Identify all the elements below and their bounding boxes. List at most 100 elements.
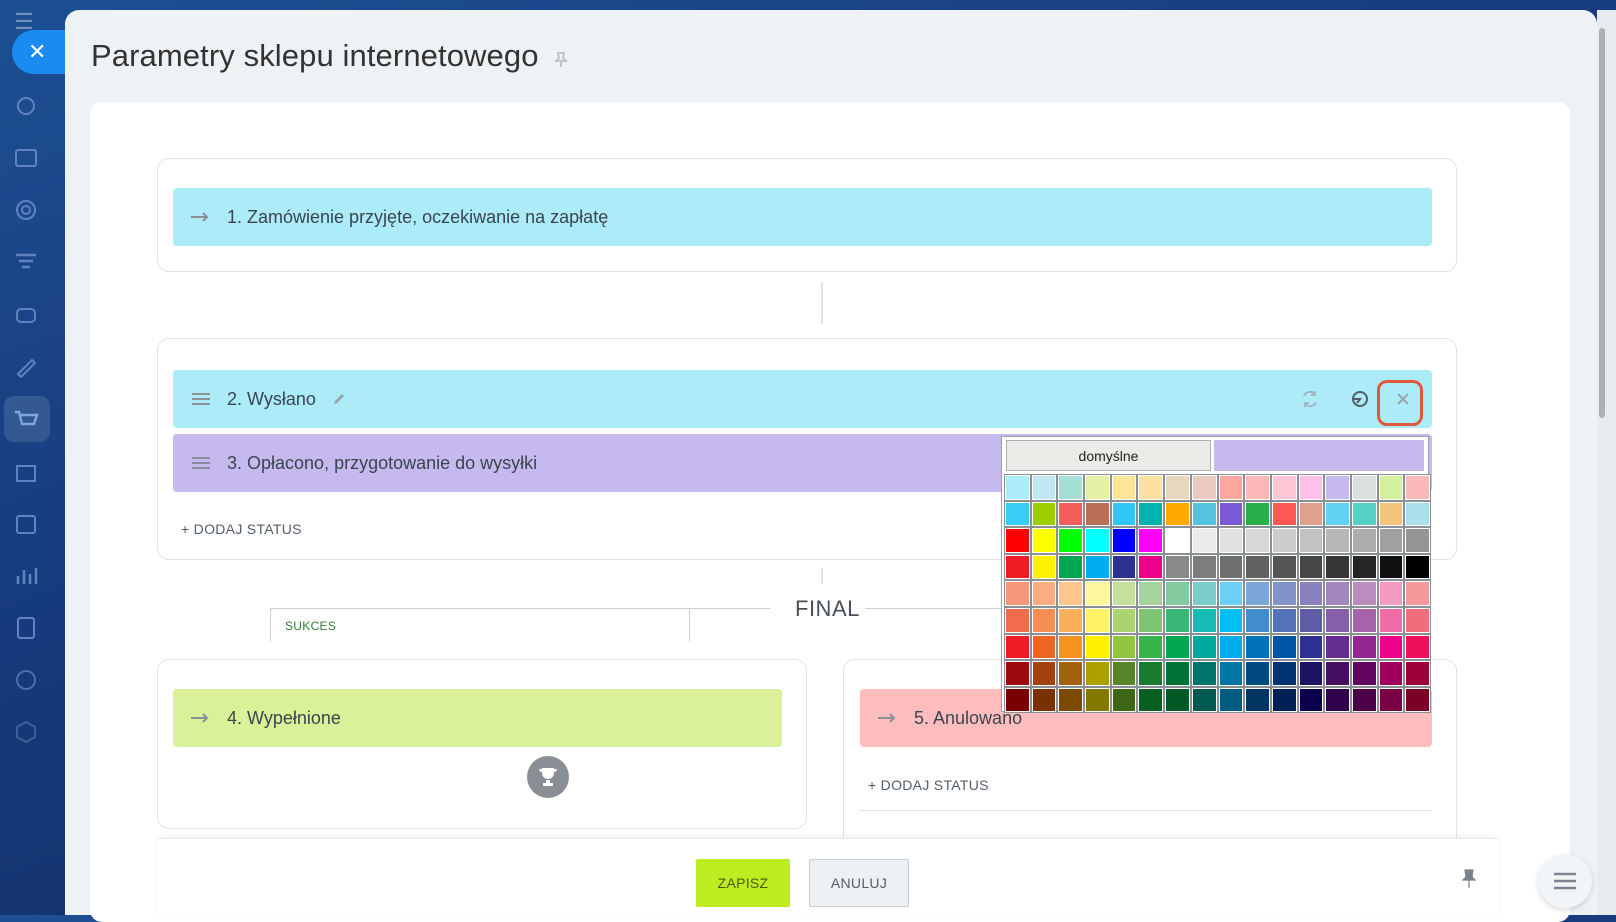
color-swatch[interactable] [1244,686,1271,714]
color-swatch[interactable] [1164,660,1191,687]
color-swatch[interactable] [1030,527,1058,554]
cart-icon[interactable] [12,406,40,434]
color-swatch[interactable] [1057,660,1085,687]
color-swatch[interactable] [1217,500,1245,528]
color-swatch[interactable] [1270,660,1298,687]
scrollbar-thumb[interactable] [1599,28,1605,418]
color-swatch[interactable] [1377,606,1405,634]
color-swatch[interactable] [1057,686,1085,714]
color-swatch[interactable] [1350,580,1378,607]
color-swatch[interactable] [1057,606,1085,634]
color-swatch[interactable] [1404,633,1431,661]
color-swatch[interactable] [1244,580,1271,607]
color-swatch[interactable] [1270,686,1298,714]
color-swatch[interactable] [1137,527,1165,554]
color-swatch[interactable] [1057,553,1085,581]
color-swatch[interactable] [1110,633,1138,661]
color-swatch[interactable] [1217,527,1245,554]
color-swatch[interactable] [1377,633,1405,661]
status-item-4[interactable]: 4. Wypełnione [173,689,782,747]
color-swatch[interactable] [1110,660,1138,687]
color-swatch[interactable] [1137,633,1165,661]
color-swatch[interactable] [1377,686,1405,714]
color-swatch[interactable] [1137,553,1165,581]
drag-handle-icon[interactable] [191,453,211,473]
color-swatch[interactable] [1297,474,1325,501]
color-swatch[interactable] [1324,500,1351,528]
color-swatch[interactable] [1324,474,1351,501]
color-swatch[interactable] [1217,553,1245,581]
color-swatch[interactable] [1084,686,1111,714]
color-swatch[interactable] [1084,660,1111,687]
color-swatch[interactable] [1084,527,1111,554]
color-swatch[interactable] [1190,527,1218,554]
color-swatch[interactable] [1164,580,1191,607]
color-swatch[interactable] [1350,633,1378,661]
circle-icon[interactable] [12,666,40,694]
color-swatch[interactable] [1244,553,1271,581]
crm-icon[interactable] [12,92,40,120]
store-icon[interactable] [12,458,40,486]
color-swatch[interactable] [1217,474,1245,501]
color-swatch[interactable] [1324,553,1351,581]
status-item-2[interactable]: 2. Wysłano [173,370,1432,428]
color-swatch[interactable] [1030,553,1058,581]
color-swatch[interactable] [1297,633,1325,661]
color-swatch[interactable] [1057,500,1085,528]
color-swatch[interactable] [1057,474,1085,501]
edit-icon[interactable] [332,392,346,406]
color-swatch[interactable] [1297,500,1325,528]
color-swatch[interactable] [1004,660,1031,687]
color-swatch[interactable] [1137,474,1165,501]
color-swatch[interactable] [1217,660,1245,687]
color-swatch[interactable] [1324,606,1351,634]
sign-icon[interactable] [12,352,40,380]
color-swatch[interactable] [1057,633,1085,661]
color-swatch[interactable] [1404,553,1431,581]
color-swatch[interactable] [1324,686,1351,714]
color-swatch[interactable] [1377,474,1405,501]
color-swatch[interactable] [1004,633,1031,661]
color-swatch[interactable] [1164,606,1191,634]
color-swatch[interactable] [1004,686,1031,714]
color-swatch[interactable] [1004,580,1031,607]
color-swatch[interactable] [1297,580,1325,607]
color-swatch[interactable] [1324,527,1351,554]
color-swatch[interactable] [1404,660,1431,687]
color-swatch[interactable] [1350,606,1378,634]
color-swatch[interactable] [1270,580,1298,607]
color-swatch[interactable] [1244,474,1271,501]
color-swatch[interactable] [1404,606,1431,634]
color-swatch[interactable] [1190,633,1218,661]
color-swatch[interactable] [1084,606,1111,634]
robot-icon[interactable] [12,300,40,328]
color-swatch[interactable] [1297,553,1325,581]
color-swatch[interactable] [1404,580,1431,607]
pin-icon[interactable] [552,50,570,68]
color-swatch[interactable] [1030,474,1058,501]
color-swatch[interactable] [1190,580,1218,607]
color-swatch[interactable] [1377,527,1405,554]
color-swatch[interactable] [1004,474,1031,501]
color-swatch[interactable] [1004,606,1031,634]
color-swatch[interactable] [1030,686,1058,714]
color-swatch[interactable] [1244,500,1271,528]
color-swatch[interactable] [1110,553,1138,581]
color-swatch[interactable] [1270,606,1298,634]
color-swatch[interactable] [1297,686,1325,714]
add-status-button[interactable]: + DODAJ STATUS [181,521,302,537]
color-swatch[interactable] [1057,527,1085,554]
color-swatch[interactable] [1217,580,1245,607]
add-status-button[interactable]: + DODAJ STATUS [868,777,989,793]
color-swatch[interactable] [1244,660,1271,687]
analytics-icon[interactable] [12,562,40,590]
calendar-icon[interactable] [12,510,40,538]
color-swatch[interactable] [1270,500,1298,528]
color-swatch[interactable] [1084,580,1111,607]
box-icon[interactable] [12,718,40,746]
color-swatch[interactable] [1377,500,1405,528]
color-swatch[interactable] [1377,660,1405,687]
color-swatch[interactable] [1217,606,1245,634]
pin-footer-icon[interactable] [1462,869,1476,889]
save-button[interactable]: ZAPISZ [696,859,790,907]
